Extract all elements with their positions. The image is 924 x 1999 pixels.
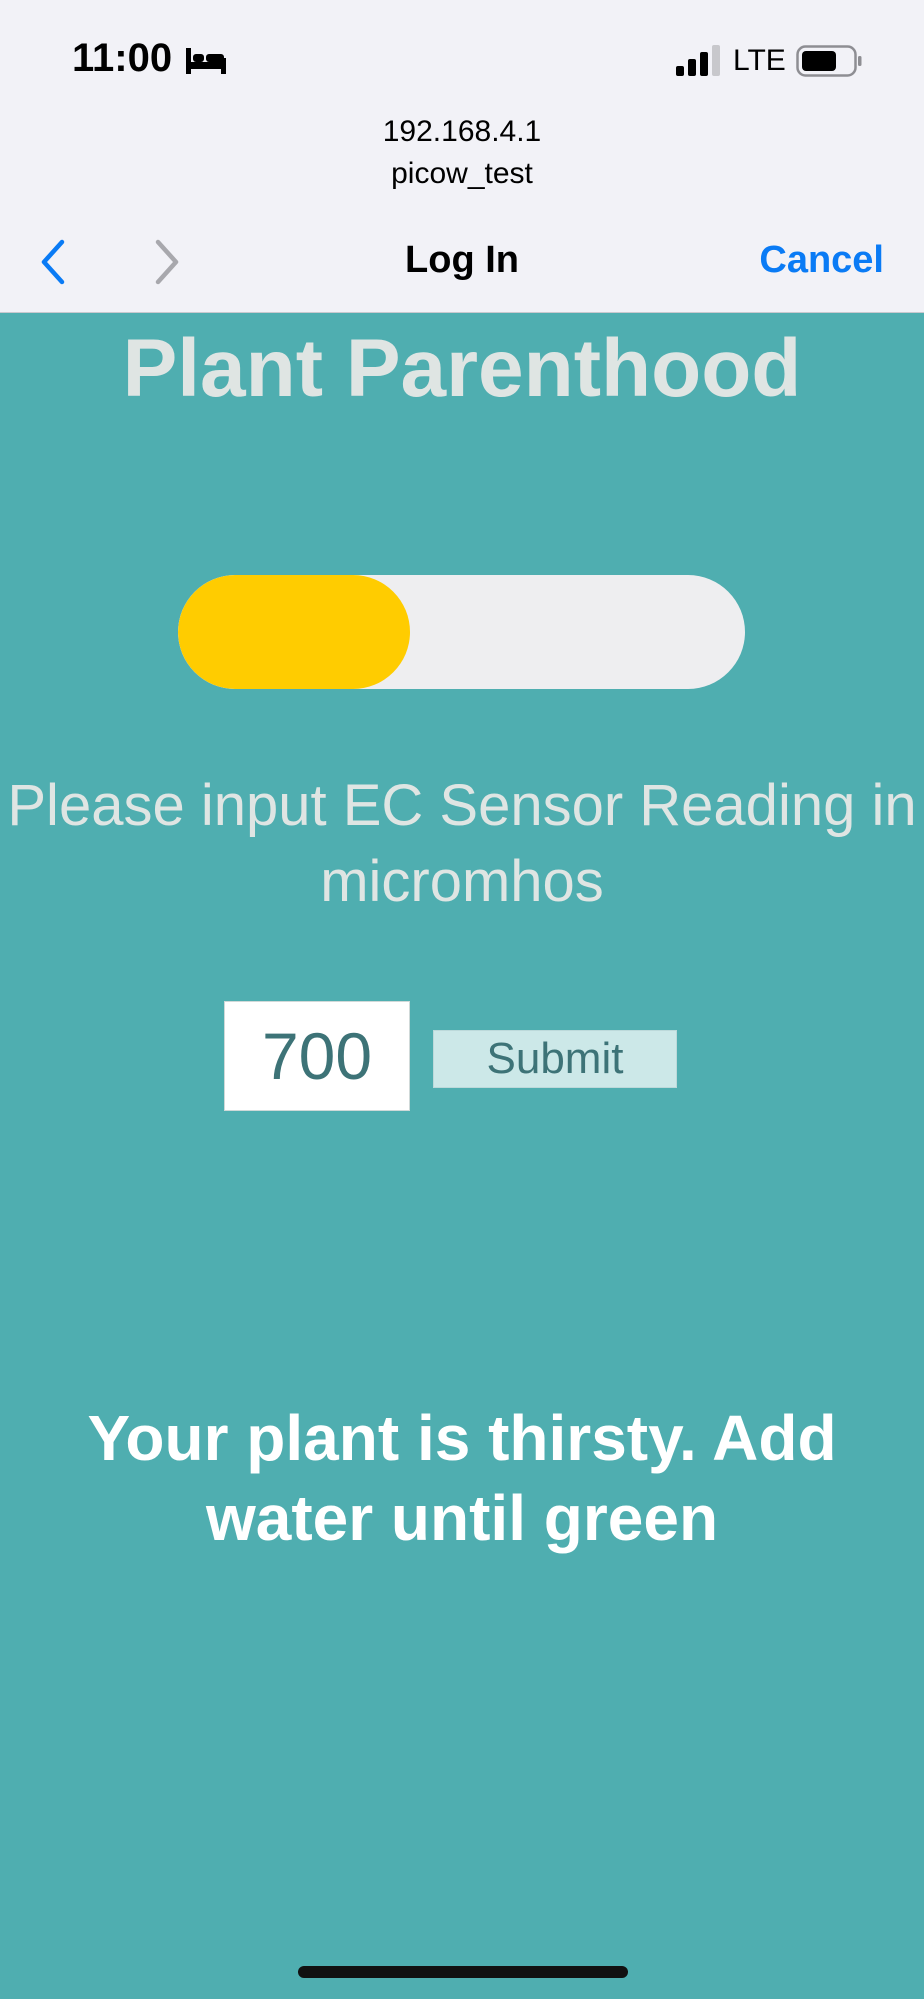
submit-button[interactable]: Submit <box>433 1030 677 1088</box>
home-indicator <box>298 1966 628 1978</box>
ec-reading-prompt: Please input EC Sensor Reading in microm… <box>7 773 917 914</box>
browser-top-bar: 11:00 LTE 192.168.4.1 picow_test Log In … <box>0 0 924 313</box>
network-ssid: picow_test <box>391 157 533 190</box>
status-time: 11:00 <box>72 36 173 80</box>
battery-icon <box>796 45 862 77</box>
signal-bars-icon <box>676 45 720 76</box>
network-type-label: LTE <box>733 44 786 77</box>
moisture-progress-bar <box>178 575 745 689</box>
moisture-progress-fill <box>178 575 411 689</box>
cancel-button[interactable]: Cancel <box>759 239 884 282</box>
bed-icon <box>186 48 226 74</box>
url-host: 192.168.4.1 <box>382 115 542 148</box>
watering-status-message: Your plant is thirsty. Add water until g… <box>87 1402 837 1554</box>
ec-reading-input[interactable] <box>224 1001 410 1111</box>
page-title: Plant Parenthood <box>122 323 802 414</box>
